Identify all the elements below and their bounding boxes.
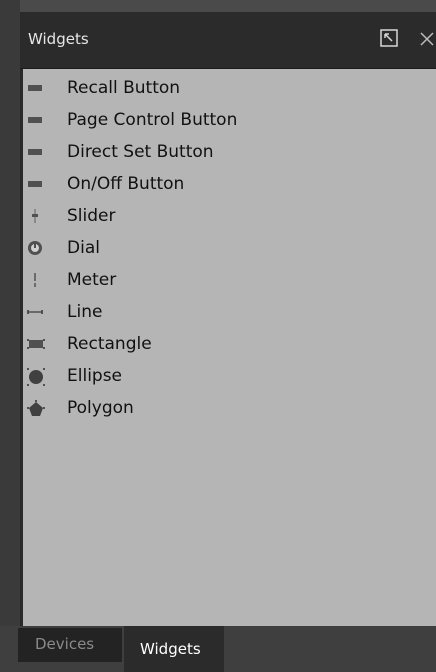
left-edge: [0, 0, 20, 672]
close-icon[interactable]: [418, 30, 436, 48]
polygon-icon: [27, 400, 45, 416]
button-icon: [27, 176, 43, 192]
list-item-meter[interactable]: Meter: [23, 265, 436, 297]
list-item-label: Slider: [67, 206, 116, 226]
tab-devices[interactable]: Devices: [18, 628, 122, 662]
list-item-direct-set-button[interactable]: Direct Set Button: [23, 137, 436, 169]
list-item-ellipse[interactable]: Ellipse: [23, 361, 436, 393]
list-item-slider[interactable]: Slider: [23, 201, 436, 233]
rectangle-icon: [27, 336, 45, 352]
list-item-label: Ellipse: [67, 366, 123, 386]
top-edge: [0, 0, 436, 12]
button-icon: [27, 112, 43, 128]
list-item-label: Recall Button: [67, 78, 181, 98]
list-item-polygon[interactable]: Polygon: [23, 393, 436, 425]
list-item-label: Line: [67, 302, 103, 322]
list-item-page-control-button[interactable]: Page Control Button: [23, 105, 436, 137]
app-frame: Widgets Recall Button Page Control Butto…: [0, 0, 436, 672]
list-item-on-off-button[interactable]: On/Off Button: [23, 169, 436, 201]
panel-header: Widgets: [20, 12, 436, 69]
ellipse-icon: [27, 368, 45, 386]
tab-widgets-label: Widgets: [140, 640, 201, 658]
list-item-label: Meter: [67, 270, 117, 290]
widgets-list: Recall Button Page Control Button Direct…: [23, 69, 436, 626]
list-item-label: Page Control Button: [67, 110, 238, 130]
list-item-label: Polygon: [67, 398, 134, 418]
line-icon: [27, 304, 43, 320]
widgets-panel: Widgets Recall Button Page Control Butto…: [20, 12, 436, 626]
panel-title: Widgets: [28, 30, 89, 48]
slider-icon: [27, 208, 43, 224]
list-item-label: Dial: [67, 238, 100, 258]
button-icon: [27, 144, 43, 160]
undock-icon[interactable]: [379, 28, 399, 48]
list-item-label: Rectangle: [67, 334, 152, 354]
tab-widgets[interactable]: Widgets: [124, 626, 224, 672]
list-item-rectangle[interactable]: Rectangle: [23, 329, 436, 361]
bottom-tab-bar: Devices Widgets: [0, 626, 436, 672]
tab-devices-label: Devices: [35, 635, 95, 653]
list-item-dial[interactable]: Dial: [23, 233, 436, 265]
dial-icon: [27, 240, 43, 256]
list-item-recall-button[interactable]: Recall Button: [23, 73, 436, 105]
meter-icon: [27, 272, 43, 288]
list-item-label: Direct Set Button: [67, 142, 214, 162]
list-item-label: On/Off Button: [67, 174, 185, 194]
list-item-line[interactable]: Line: [23, 297, 436, 329]
button-icon: [27, 80, 43, 96]
